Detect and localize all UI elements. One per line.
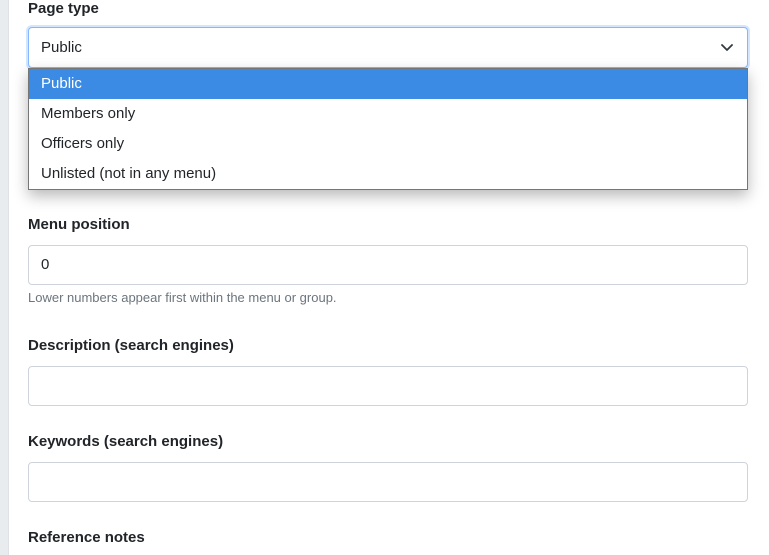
page-type-label: Page type	[28, 0, 99, 17]
chevron-down-icon	[721, 44, 733, 51]
dropdown-option-public[interactable]: Public	[29, 69, 747, 99]
reference-notes-label: Reference notes	[28, 529, 145, 546]
dropdown-option-members-only[interactable]: Members only	[29, 99, 747, 129]
page-type-selected-value: Public	[41, 39, 82, 56]
keywords-input[interactable]	[28, 462, 748, 502]
keywords-label: Keywords (search engines)	[28, 433, 224, 450]
page-type-select[interactable]: Public	[28, 27, 748, 68]
description-input[interactable]	[28, 366, 748, 406]
description-label: Description (search engines)	[28, 337, 234, 354]
menu-position-label: Menu position	[28, 216, 130, 233]
menu-position-input[interactable]: 0	[28, 245, 748, 285]
page-type-dropdown-list: Public Members only Officers only Unlist…	[28, 68, 748, 190]
menu-position-hint: Lower numbers appear first within the me…	[28, 290, 337, 305]
dropdown-option-unlisted[interactable]: Unlisted (not in any menu)	[29, 159, 747, 189]
dropdown-option-officers-only[interactable]: Officers only	[29, 129, 747, 159]
